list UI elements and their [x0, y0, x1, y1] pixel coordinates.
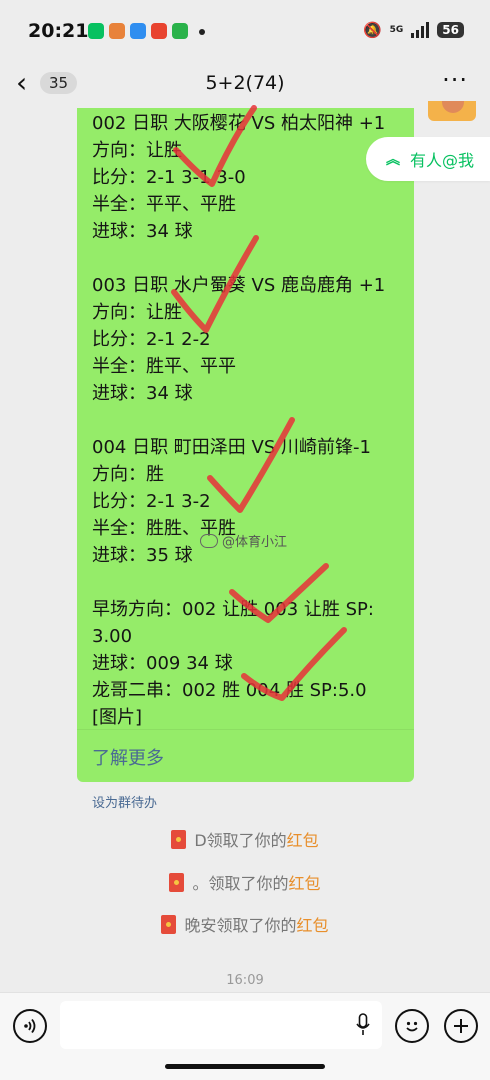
- app-notification-icon: [130, 23, 146, 39]
- red-packet-link[interactable]: 红包: [289, 874, 321, 893]
- message-line: 002 日职 大阪樱花 VS 柏太阳神 +1: [92, 113, 386, 134]
- red-packet-icon: [171, 829, 187, 849]
- message-line: 方向：胜: [92, 464, 164, 485]
- weibo-notification-icon: [151, 23, 167, 39]
- set-todo-link[interactable]: 设为群待办: [92, 792, 157, 811]
- message-text: 002 日职 大阪樱花 VS 柏太阳神 +1 方向：让胜 比分：2-1 3-1 3-…: [92, 110, 414, 731]
- message-line: [图片]: [92, 707, 143, 728]
- message-line: 比分：2-1 3-1 3-0: [92, 167, 246, 188]
- signal-icon: [411, 22, 430, 38]
- message-line: 进球：009 34 球: [92, 653, 233, 674]
- message-line: 早场方向：002 让胜 003 让胜 SP:: [92, 599, 374, 620]
- system-message: 。领取了你的红包: [0, 870, 490, 894]
- double-chevron-up-icon: ︽: [386, 152, 400, 168]
- red-packet-link[interactable]: 红包: [297, 916, 329, 935]
- voice-icon[interactable]: [13, 1009, 47, 1043]
- more-notifications-dot: [199, 29, 205, 35]
- watermark: @体育小江: [200, 531, 287, 550]
- timestamp: 16:09: [226, 973, 264, 988]
- notification-icons: [88, 23, 205, 39]
- message-bubble[interactable]: 002 日职 大阪樱花 VS 柏太阳神 +1 方向：让胜 比分：2-1 3-1 3-…: [77, 108, 414, 782]
- status-time: 20:21: [28, 20, 89, 42]
- red-packet-icon: [161, 914, 177, 934]
- chat-header: ‹ 35 5+2(74) ···: [0, 62, 490, 108]
- wechat-notification-icon: [88, 23, 104, 39]
- red-packet-icon: [169, 872, 185, 892]
- learn-more-link[interactable]: 了解更多: [92, 744, 164, 770]
- avatar[interactable]: [428, 101, 476, 121]
- app-notification-icon: [109, 23, 125, 39]
- status-right: 🔕 5G 56: [363, 21, 464, 39]
- mention-me-button[interactable]: ︽ 有人@我: [366, 137, 490, 181]
- mute-bell-icon: 🔕: [362, 21, 382, 39]
- battery-icon: 56: [437, 22, 464, 38]
- message-line: 进球：34 球: [92, 221, 193, 242]
- microphone-icon[interactable]: [356, 1013, 370, 1037]
- message-line: 半全：胜平、平平: [92, 356, 236, 377]
- bubble-divider: [77, 729, 414, 730]
- message-line: 003 日职 水户蜀葵 VS 鹿岛鹿角 +1: [92, 275, 386, 296]
- message-line: 比分：2-1 3-2: [92, 491, 211, 512]
- message-line: 龙哥二串：002 胜 004 胜 SP:5.0: [92, 680, 367, 701]
- home-indicator[interactable]: [165, 1064, 325, 1069]
- message-line: 004 日职 町田泽田 VS 川崎前锋-1: [92, 437, 371, 458]
- red-packet-link[interactable]: 红包: [287, 831, 319, 850]
- message-line: 半全：平平、平胜: [92, 194, 236, 215]
- more-dots-icon[interactable]: ···: [442, 66, 468, 94]
- app-notification-icon: [172, 23, 188, 39]
- plus-icon[interactable]: [444, 1009, 478, 1043]
- message-line: 比分：2-1 2-2: [92, 329, 211, 350]
- status-bar: 20:21 🔕 5G 56: [0, 0, 490, 62]
- message-line: 进球：34 球: [92, 383, 193, 404]
- message-line: 3.00: [92, 626, 133, 647]
- weibo-logo-icon: [200, 533, 218, 548]
- system-message: D领取了你的红包: [0, 827, 490, 851]
- chat-title: 5+2(74): [205, 72, 285, 94]
- emoji-icon[interactable]: [395, 1009, 429, 1043]
- system-message: 晚安领取了你的红包: [0, 912, 490, 936]
- message-input[interactable]: [60, 1001, 382, 1049]
- network-label: 5G: [389, 24, 404, 35]
- message-line: 方向：让胜: [92, 302, 182, 323]
